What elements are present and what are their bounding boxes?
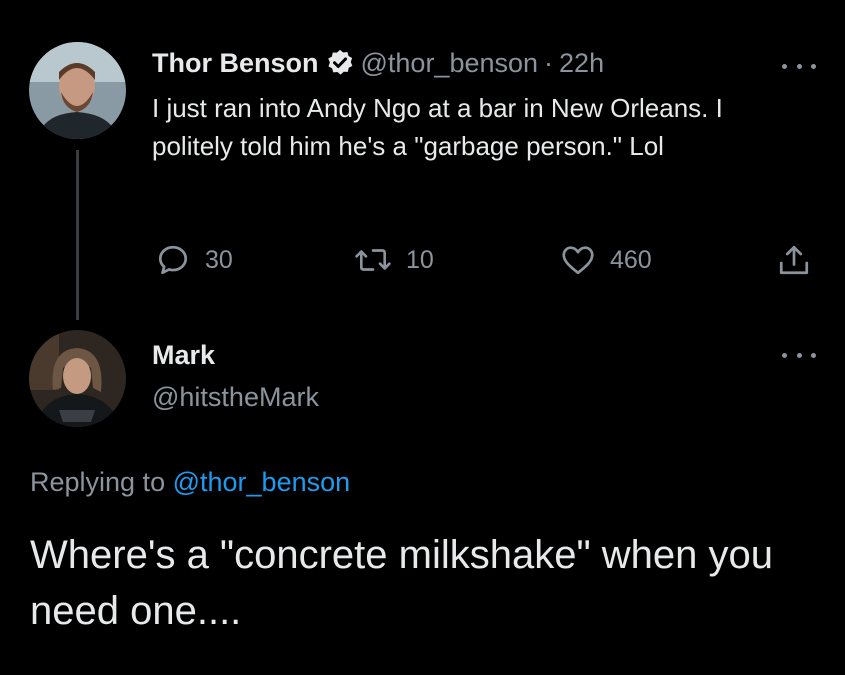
share-button[interactable]	[776, 240, 812, 280]
more-options-icon[interactable]	[782, 61, 816, 71]
original-tweet-header: Thor Benson @thor_benson · 22h	[152, 43, 604, 83]
like-count: 460	[610, 245, 652, 274]
time-separator: ·	[544, 47, 554, 78]
reply-tweet-text: Where's a "concrete milkshake" when you …	[30, 533, 774, 633]
replying-to-link[interactable]: @thor_benson	[173, 467, 351, 497]
thread-connector-line	[76, 150, 79, 320]
reply-author-handle[interactable]: @hitstheMark	[152, 378, 319, 416]
reply-more-options-icon[interactable]	[782, 350, 816, 360]
mark-avatar[interactable]	[29, 330, 126, 427]
replying-to-line: Replying to @thor_benson	[30, 463, 350, 501]
reply-author-header: Mark	[152, 336, 215, 374]
retweet-icon	[355, 249, 391, 271]
like-button[interactable]: 460	[560, 240, 652, 280]
retweet-button[interactable]: 10	[354, 240, 434, 280]
original-author-handle[interactable]: @thor_benson	[361, 48, 539, 79]
heart-icon	[562, 246, 594, 275]
reply-count: 30	[205, 245, 233, 274]
verified-badge-icon	[325, 48, 355, 78]
thor-benson-avatar[interactable]	[29, 42, 126, 139]
thor-benson-avatar-image	[29, 42, 126, 139]
original-author-name[interactable]: Thor Benson	[152, 48, 319, 79]
mark-avatar-image	[29, 330, 126, 427]
replying-to-prefix: Replying to	[30, 467, 166, 497]
reply-icon	[158, 245, 188, 275]
original-tweet-text: I just ran into Andy Ngo at a bar in New…	[152, 93, 723, 161]
tweet-timestamp[interactable]: 22h	[559, 48, 604, 79]
share-icon	[779, 245, 809, 275]
reply-button[interactable]: 30	[155, 240, 233, 280]
retweet-count: 10	[406, 245, 434, 274]
reply-author-name[interactable]: Mark	[152, 336, 215, 374]
